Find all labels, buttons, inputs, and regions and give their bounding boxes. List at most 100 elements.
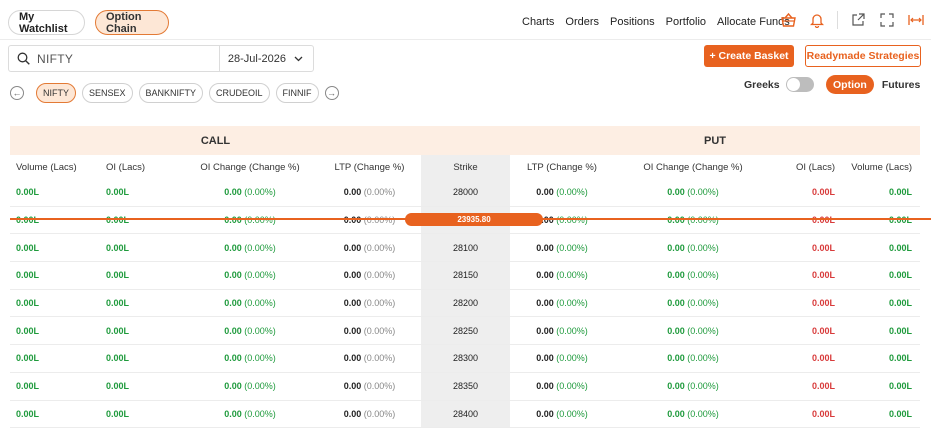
table-row[interactable]: 0.00L 0.00L 0.00 (0.00%) 0.00 (0.00%) 28200 0… bbox=[10, 289, 920, 318]
arrow-right-circle-icon[interactable]: → bbox=[324, 86, 339, 100]
call-oi-change-value: 0.00 bbox=[224, 187, 242, 198]
put-oi-change: 0.00 (0.00%) bbox=[614, 345, 772, 372]
call-volume: 0.00L bbox=[16, 270, 40, 281]
symbol-search[interactable]: NIFTY 28-Jul-2026 bbox=[8, 45, 314, 72]
put-ltp-pct: (0.00%) bbox=[556, 353, 588, 364]
basket-icon[interactable] bbox=[779, 11, 797, 29]
put-oi-change: 0.00 (0.00%) bbox=[614, 262, 772, 289]
nav-portfolio[interactable]: Portfolio bbox=[666, 16, 706, 28]
greeks-label: Greeks bbox=[744, 78, 780, 91]
put-header: PUT bbox=[704, 134, 726, 147]
put-oi-change-value: 0.00 bbox=[667, 242, 685, 253]
segment-option[interactable]: Option bbox=[826, 75, 874, 94]
put-oi-change-pct: (0.00%) bbox=[687, 408, 719, 419]
call-ltp: 0.00 (0.00%) bbox=[318, 345, 421, 372]
put-oi-change: 0.00 (0.00%) bbox=[614, 207, 772, 234]
chip-nifty[interactable]: NIFTY bbox=[36, 83, 76, 103]
put-volume: 0.00L bbox=[888, 353, 912, 364]
put-ltp: 0.00 (0.00%) bbox=[510, 262, 614, 289]
put-ltp-pct: (0.00%) bbox=[556, 298, 588, 309]
strike-price: 28100 bbox=[421, 234, 510, 262]
put-ltp: 0.00 (0.00%) bbox=[510, 401, 614, 428]
put-ltp-pct: (0.00%) bbox=[556, 408, 588, 419]
call-ltp-value: 0.00 bbox=[343, 298, 362, 309]
call-ltp: 0.00 (0.00%) bbox=[318, 262, 421, 289]
readymade-strategies-button[interactable]: Readymade Strategies bbox=[805, 45, 921, 67]
call-oi-change-value: 0.00 bbox=[224, 381, 242, 392]
call-oi-change-value: 0.00 bbox=[224, 242, 242, 253]
search-input[interactable]: NIFTY bbox=[37, 52, 219, 66]
put-oi: 0.00L bbox=[811, 381, 835, 392]
table-row[interactable]: 0.00L 0.00L 0.00 (0.00%) 0.00 (0.00%) 28000 0… bbox=[10, 179, 920, 207]
call-oi-change-pct: (0.00%) bbox=[244, 408, 276, 419]
call-oi-change: 0.00 (0.00%) bbox=[182, 401, 318, 428]
put-oi: 0.00L bbox=[811, 215, 835, 226]
table-row[interactable]: 0.00L 0.00L 0.00 (0.00%) 0.00 (0.00%) 28400 0… bbox=[10, 400, 920, 429]
put-volume: 0.00L bbox=[888, 325, 912, 336]
put-volume: 0.00L bbox=[888, 270, 912, 281]
table-row[interactable]: 0.00L 0.00L 0.00 (0.00%) 0.00 (0.00%) 28250 0… bbox=[10, 317, 920, 346]
expiry-select[interactable]: 28-Jul-2026 bbox=[220, 53, 313, 65]
col-put-ltp[interactable]: LTP (Change %) bbox=[510, 155, 614, 179]
call-ltp-value: 0.00 bbox=[343, 325, 362, 336]
call-oi: 0.00L bbox=[106, 408, 130, 419]
col-put-oi[interactable]: OI (Lacs) bbox=[772, 155, 845, 179]
col-call-oi[interactable]: OI (Lacs) bbox=[92, 155, 182, 179]
put-ltp: 0.00 (0.00%) bbox=[510, 317, 614, 344]
call-oi: 0.00L bbox=[106, 242, 130, 253]
put-oi-change-pct: (0.00%) bbox=[687, 242, 719, 253]
put-oi-change-pct: (0.00%) bbox=[687, 187, 719, 198]
table-row[interactable]: 0.00L 0.00L 0.00 (0.00%) 0.00 (0.00%) 28300 0… bbox=[10, 345, 920, 373]
put-ltp-pct: (0.00%) bbox=[556, 242, 588, 253]
col-call-oi-change[interactable]: OI Change (Change %) bbox=[182, 155, 318, 179]
col-put-oi-change[interactable]: OI Change (Change %) bbox=[614, 155, 772, 179]
greeks-toggle[interactable] bbox=[785, 77, 814, 92]
col-strike[interactable]: Strike bbox=[421, 155, 510, 179]
index-chips: ← NIFTY SENSEX BANKNIFTY CRUDEOIL FINNIF… bbox=[10, 83, 339, 103]
arrow-left-circle-icon[interactable]: ← bbox=[10, 86, 24, 100]
call-oi-change-value: 0.00 bbox=[224, 215, 242, 226]
col-call-volume[interactable]: Volume (Lacs) bbox=[10, 155, 92, 179]
nav-positions[interactable]: Positions bbox=[610, 16, 655, 28]
call-oi-change-pct: (0.00%) bbox=[244, 242, 276, 253]
call-oi: 0.00L bbox=[106, 353, 130, 364]
call-oi-change: 0.00 (0.00%) bbox=[182, 317, 318, 344]
column-headers: Volume (Lacs) OI (Lacs) OI Change (Chang… bbox=[10, 155, 920, 179]
chip-crudeoil[interactable]: CRUDEOIL bbox=[209, 83, 270, 103]
chip-sensex[interactable]: SENSEX bbox=[82, 83, 133, 103]
table-row[interactable]: 0.00L 0.00L 0.00 (0.00%) 0.00 (0.00%) 28350 0… bbox=[10, 372, 920, 401]
call-ltp-pct: (0.00%) bbox=[363, 381, 396, 392]
put-ltp-value: 0.00 bbox=[536, 187, 554, 198]
strike-price: 28250 bbox=[421, 317, 510, 345]
col-call-ltp[interactable]: LTP (Change %) bbox=[318, 155, 421, 179]
chip-banknifty[interactable]: BANKNIFTY bbox=[138, 83, 204, 103]
call-oi-change-pct: (0.00%) bbox=[244, 215, 276, 226]
table-side-header: CALL PUT bbox=[10, 126, 920, 155]
put-oi-change-pct: (0.00%) bbox=[687, 298, 719, 309]
strike-price: 28350 bbox=[421, 372, 510, 400]
bell-icon[interactable] bbox=[808, 11, 826, 29]
table-row[interactable]: 0.00L 0.00L 0.00 (0.00%) 0.00 (0.00%) 28100 0… bbox=[10, 234, 920, 263]
call-ltp-pct: (0.00%) bbox=[363, 298, 396, 309]
call-ltp-pct: (0.00%) bbox=[363, 215, 396, 226]
call-ltp-value: 0.00 bbox=[343, 353, 362, 364]
tab-option-chain[interactable]: Option Chain bbox=[95, 10, 169, 35]
call-ltp-value: 0.00 bbox=[343, 187, 362, 198]
table-row[interactable]: 0.00L 0.00L 0.00 (0.00%) 0.00 (0.00%) 28150 0… bbox=[10, 262, 920, 290]
expand-width-icon[interactable] bbox=[907, 11, 925, 29]
call-oi-change-pct: (0.00%) bbox=[244, 298, 276, 309]
strike-price: 28150 bbox=[421, 262, 510, 289]
create-basket-button[interactable]: + Create Basket bbox=[704, 45, 794, 67]
put-ltp-value: 0.00 bbox=[536, 353, 554, 364]
tab-my-watchlist[interactable]: My Watchlist bbox=[8, 10, 85, 35]
chip-finnifty[interactable]: FINNIF bbox=[275, 83, 319, 103]
call-volume: 0.00L bbox=[16, 215, 40, 226]
nav-charts[interactable]: Charts bbox=[522, 16, 554, 28]
fullscreen-icon[interactable] bbox=[878, 11, 896, 29]
nav-orders[interactable]: Orders bbox=[565, 16, 599, 28]
external-link-icon[interactable] bbox=[849, 11, 867, 29]
col-put-volume[interactable]: Volume (Lacs) bbox=[845, 155, 920, 179]
put-volume: 0.00L bbox=[888, 215, 912, 226]
segment-futures[interactable]: Futures bbox=[878, 79, 925, 91]
put-oi: 0.00L bbox=[811, 353, 835, 364]
